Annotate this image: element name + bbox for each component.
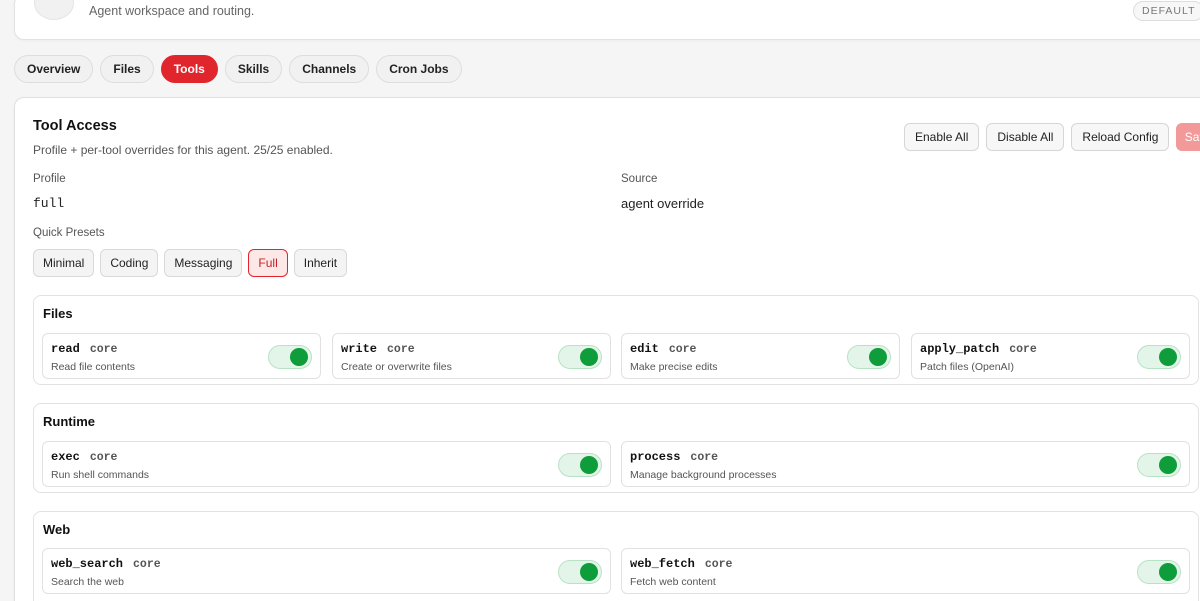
tool-badge: core [668,343,697,356]
tool-badge: core [704,558,733,571]
tool-name: write [341,342,378,356]
tool-name: apply_patch [920,342,1000,356]
preset-full[interactable]: Full [248,249,288,277]
tab-overview[interactable]: Overview [14,55,94,83]
enable-all-button[interactable]: Enable All [904,123,980,151]
toggle-knob [1159,456,1177,474]
tool-description: Manage background processes [630,469,777,481]
toggle-knob [1159,563,1177,581]
toggle-knob [869,348,887,366]
tool-name: web_search [51,557,124,571]
tool-badge: core [690,451,719,464]
quick-presets: Minimal Coding Messaging Full Inherit [33,249,348,277]
source-value: agent override [621,196,705,211]
tool-badge: core [89,343,118,356]
tool-name: edit [630,342,659,356]
source-label: Source [621,173,658,185]
tool-description: Fetch web content [630,576,716,588]
tool-description: Make precise edits [630,361,718,373]
tab-cron-jobs[interactable]: Cron Jobs [376,55,462,83]
toggle-knob [580,348,598,366]
toggle-exec[interactable] [558,453,602,477]
tool-card-write: write core Create or overwrite files [332,333,611,379]
tool-name: web_fetch [630,557,695,571]
toggle-process[interactable] [1137,453,1181,477]
tool-group-web: Web web_search core Search the web web_fe… [33,511,1199,601]
tool-name: exec [51,450,80,464]
section-subtitle: Profile + per-tool overrides for this ag… [33,143,333,157]
tool-description: Patch files (OpenAI) [920,361,1014,373]
tab-skills[interactable]: Skills [224,55,283,83]
tool-description: Run shell commands [51,469,150,481]
tool-group-files: Files read core Read file contents write c… [33,295,1199,385]
tool-group-runtime: Runtime exec core Run shell commands proc… [33,403,1199,493]
toggle-web-search[interactable] [558,560,602,584]
tool-name: process [630,450,681,464]
toggle-knob [290,348,308,366]
agent-subtitle: Agent workspace and routing. [89,4,255,18]
toggle-edit[interactable] [847,345,891,369]
preset-messaging[interactable]: Messaging [164,249,243,277]
tool-card-apply-patch: apply_patch core Patch files (OpenAI) [911,333,1190,379]
group-title: Runtime [43,414,95,429]
preset-minimal[interactable]: Minimal [33,249,95,277]
tool-description: Search the web [51,576,124,588]
disable-all-button[interactable]: Disable All [986,123,1065,151]
toggle-knob [580,563,598,581]
profile-label: Profile [33,173,66,185]
tool-card-process: process core Manage background processes [621,441,1190,487]
agent-tabs: Overview Files Tools Skills Channels Cro… [14,55,462,83]
quick-presets-label: Quick Presets [33,227,105,239]
profile-value: full [33,196,65,211]
tool-description: Create or overwrite files [341,361,452,373]
save-button[interactable]: Save [1176,123,1200,151]
default-badge: DEFAULT [1133,1,1200,21]
toggle-write[interactable] [558,345,602,369]
tool-card-exec: exec core Run shell commands [42,441,611,487]
toggle-apply-patch[interactable] [1137,345,1181,369]
tool-card-edit: edit core Make precise edits [621,333,900,379]
section-title: Tool Access [33,118,117,134]
toggle-web-fetch[interactable] [1137,560,1181,584]
tool-badge: core [1009,343,1037,356]
tool-badge: core [133,558,161,571]
preset-inherit[interactable]: Inherit [293,249,348,277]
tool-card-web-fetch: web_fetch core Fetch web content [621,548,1190,594]
action-buttons: Enable All Disable All Reload Config Sav… [904,123,1200,151]
tool-badge: core [387,343,415,356]
tool-card-web-search: web_search core Search the web [42,548,611,594]
tab-tools[interactable]: Tools [160,55,218,83]
tool-card-read: read core Read file contents [42,333,321,379]
tab-channels[interactable]: Channels [289,55,370,83]
toggle-knob [580,456,598,474]
tab-files[interactable]: Files [100,55,154,83]
toggle-read[interactable] [268,345,312,369]
toggle-knob [1159,348,1177,366]
preset-coding[interactable]: Coding [100,249,159,277]
tool-description: Read file contents [51,361,136,373]
group-title: Web [43,522,71,537]
group-title: Files [43,306,73,321]
tool-name: read [51,342,80,356]
reload-config-button[interactable]: Reload Config [1071,123,1170,151]
tool-badge: core [89,451,118,464]
